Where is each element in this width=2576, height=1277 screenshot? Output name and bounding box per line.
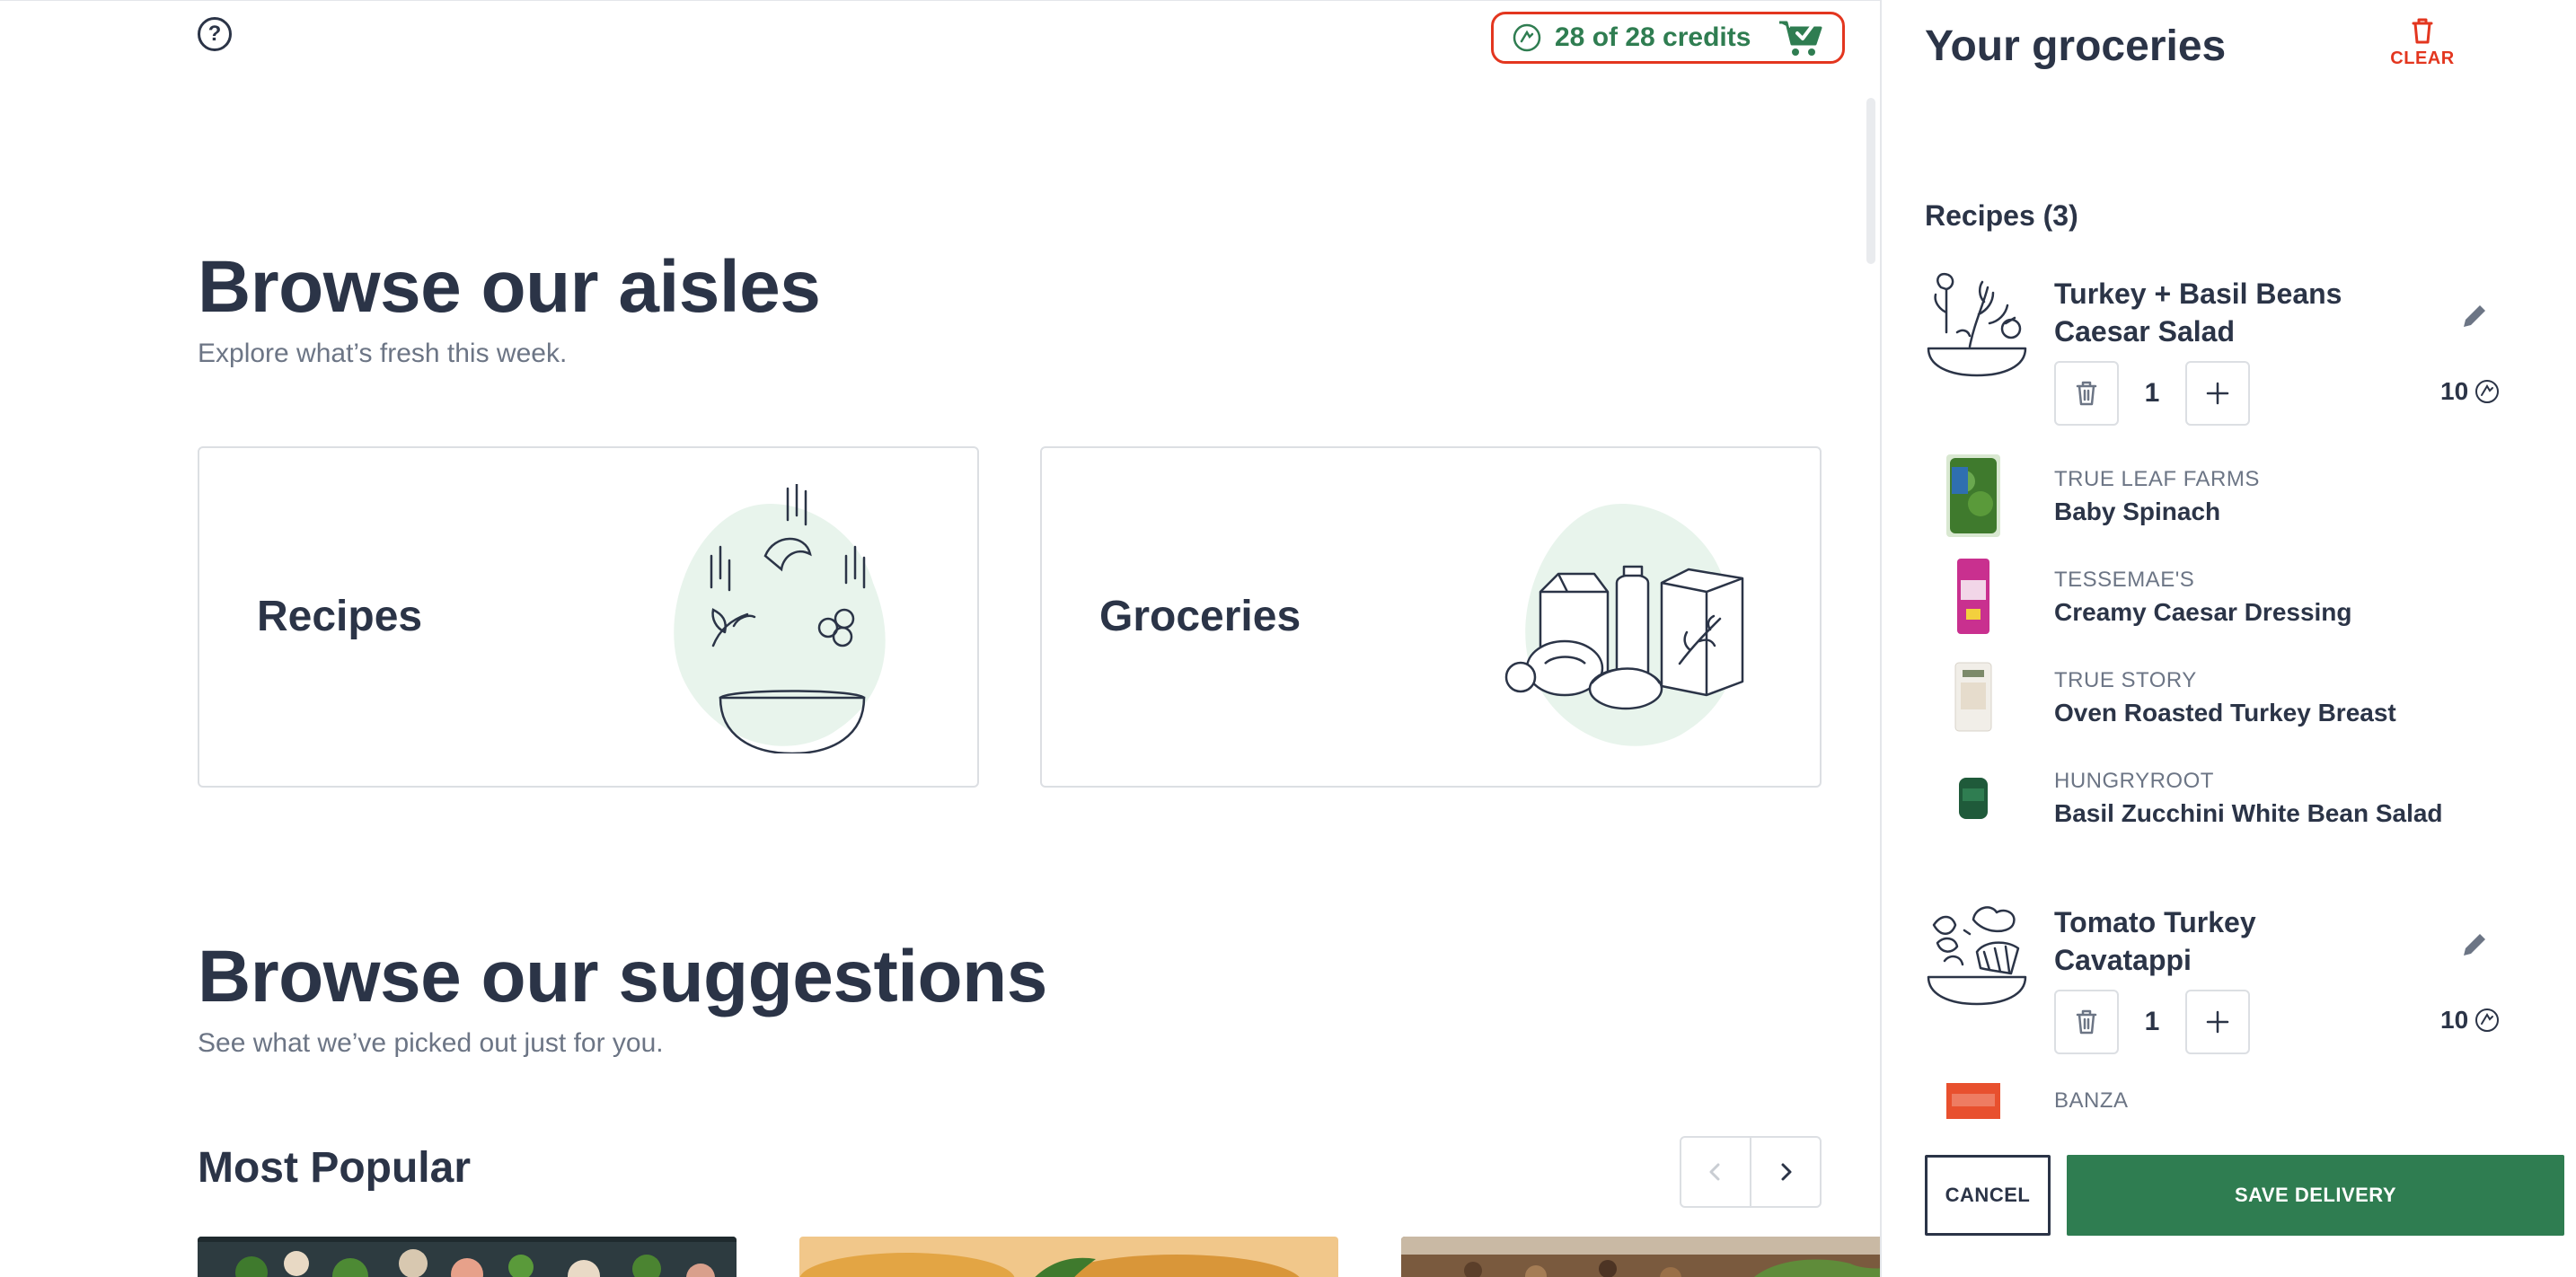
ingredient-name: Creamy Caesar Dressing: [2054, 598, 2352, 626]
product-image: [1946, 756, 2000, 839]
aisles-title: Browse our aisles: [198, 246, 821, 328]
edit-pencil-icon[interactable]: [2458, 300, 2491, 332]
recipe-credits-value: 10: [2440, 1006, 2469, 1034]
increase-quantity-button[interactable]: [2185, 990, 2250, 1054]
salad-bowl-illustration: [674, 484, 886, 753]
trash-icon: [2412, 18, 2433, 44]
chevron-left-icon: [1709, 1163, 1720, 1181]
ingredient-item[interactable]: TRUE STORY Oven Roasted Turkey Breast: [1925, 656, 2500, 745]
plus-icon: [2206, 1010, 2229, 1034]
plus-icon: [2206, 382, 2229, 405]
scrollbar[interactable]: [1866, 98, 1875, 264]
carousel-controls: [1680, 1136, 1822, 1208]
help-icon[interactable]: ?: [198, 17, 232, 51]
remove-recipe-button[interactable]: [2054, 361, 2119, 426]
ingredient-item[interactable]: TESSEMAE'S Creamy Caesar Dressing: [1925, 555, 2500, 645]
main-content: ? 28 of 28 credits Browse our aisles Exp…: [0, 0, 1880, 1277]
product-image: [1946, 1076, 2000, 1130]
suggestions-subtitle: See what we’ve picked out just for you.: [198, 1028, 664, 1058]
ingredient-brand: BANZA: [2054, 1088, 2129, 1113]
sidebar-footer: CANCEL SAVE DELIVERY: [1882, 1139, 2576, 1277]
edit-pencil-icon[interactable]: [2458, 929, 2491, 961]
ingredient-brand: TRUE LEAF FARMS: [2054, 467, 2260, 491]
recipe-thumbnail[interactable]: [1401, 1237, 1880, 1277]
credit-coin-icon: [2475, 380, 2500, 403]
recipe-name[interactable]: Turkey + Basil Beans Caesar Salad: [2054, 275, 2351, 350]
aisle-card-label: Groceries: [1099, 593, 1301, 640]
ingredient-name: Basil Zucchini White Bean Salad: [2054, 799, 2443, 827]
quantity-value: 1: [2144, 378, 2160, 408]
most-popular-title: Most Popular: [198, 1144, 472, 1192]
ingredient-name: Baby Spinach: [2054, 498, 2221, 525]
cancel-button[interactable]: CANCEL: [1925, 1155, 2051, 1236]
recipes-count-label: Recipes (3): [1925, 199, 2078, 232]
save-delivery-button[interactable]: SAVE DELIVERY: [2067, 1155, 2564, 1236]
trash-icon: [2076, 381, 2097, 406]
aisle-card-groceries[interactable]: Groceries: [1040, 446, 1822, 788]
credits-indicator[interactable]: 28 of 28 credits: [1491, 12, 1845, 64]
product-image: [1946, 555, 2000, 638]
recipe-credits: 10: [2440, 377, 2501, 406]
carousel-next-button[interactable]: [1750, 1138, 1820, 1206]
quantity-value: 1: [2144, 1007, 2160, 1036]
ingredient-brand: TESSEMAE'S: [2054, 568, 2195, 592]
aisle-card-label: Recipes: [257, 593, 423, 640]
chevron-right-icon: [1781, 1163, 1792, 1181]
ingredient-item[interactable]: HUNGRYROOT Basil Zucchini White Bean Sal…: [1925, 756, 2500, 846]
recipe-item: Turkey + Basil Beans Caesar Salad 1 10: [1925, 269, 2500, 440]
sidebar-title: Your groceries: [1925, 22, 2227, 70]
clear-button[interactable]: CLEAR: [2367, 16, 2478, 69]
cart-check-icon: [1779, 21, 1822, 56]
quantity-stepper: 1: [2054, 361, 2250, 426]
aisle-card-recipes[interactable]: Recipes: [198, 446, 979, 788]
credit-coin-icon: [1513, 23, 1541, 52]
clear-label: CLEAR: [2390, 48, 2455, 68]
ingredient-item[interactable]: TRUE LEAF FARMS Baby Spinach: [1925, 454, 2500, 544]
suggestions-title: Browse our suggestions: [198, 936, 1047, 1017]
quantity-stepper: 1: [2054, 990, 2250, 1054]
recipe-credits: 10: [2440, 1006, 2501, 1035]
recipe-thumbnail[interactable]: [198, 1237, 737, 1277]
trash-icon: [2076, 1009, 2097, 1035]
aisles-subtitle: Explore what’s fresh this week.: [198, 339, 568, 368]
credits-text: 28 of 28 credits: [1555, 22, 1751, 52]
product-image: [1946, 656, 2000, 738]
ingredient-brand: TRUE STORY: [2054, 668, 2197, 692]
remove-recipe-button[interactable]: [2054, 990, 2119, 1054]
recipe-name[interactable]: Tomato Turkey Cavatappi: [2054, 903, 2351, 979]
recipe-item: Tomato Turkey Cavatappi 1 10: [1925, 898, 2500, 1069]
credit-coin-icon: [2475, 1008, 2500, 1032]
recipe-thumbnail[interactable]: [799, 1237, 1338, 1277]
recipe-credits-value: 10: [2440, 377, 2469, 405]
product-image: [1946, 454, 2000, 537]
pasta-bowl-icon: [1927, 906, 2027, 1006]
grocery-items-illustration: [1504, 503, 1744, 746]
carousel-prev-button[interactable]: [1681, 1138, 1750, 1206]
groceries-sidebar: Your groceries CLEAR Recipes (3) Turkey …: [1880, 0, 2576, 1277]
ingredient-name: Oven Roasted Turkey Breast: [2054, 699, 2396, 727]
ingredient-brand: HUNGRYROOT: [2054, 769, 2214, 793]
increase-quantity-button[interactable]: [2185, 361, 2250, 426]
salad-bowl-icon: [1927, 272, 2027, 377]
